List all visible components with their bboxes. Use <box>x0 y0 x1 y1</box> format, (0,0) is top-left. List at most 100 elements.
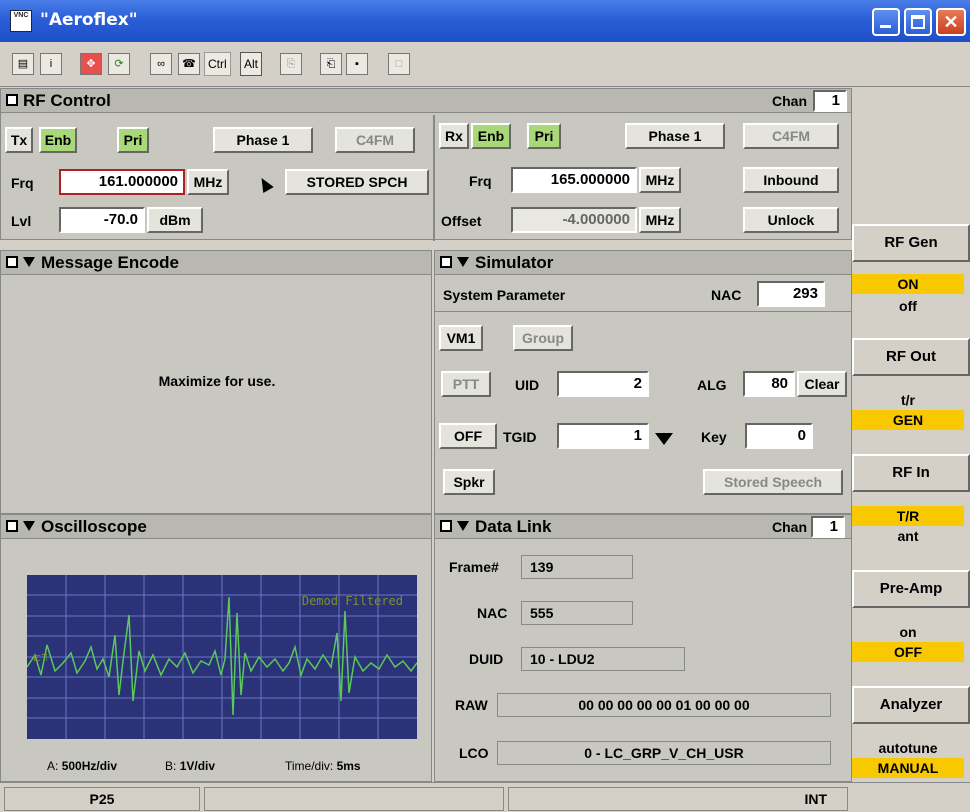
analyzer-autotune-option[interactable]: autotune <box>852 738 964 758</box>
alt-key-button[interactable]: Alt <box>240 52 263 76</box>
refresh-icon[interactable]: ⟳ <box>108 53 130 75</box>
tx-frq-unit-button[interactable]: MHz <box>187 169 229 195</box>
rf-gen-on-option[interactable]: ON <box>852 274 964 294</box>
panel-toggle-icon[interactable] <box>440 520 452 532</box>
unlock-button[interactable]: Unlock <box>743 207 839 233</box>
info-icon[interactable]: i <box>40 53 62 75</box>
key-field[interactable]: 0 <box>745 423 813 449</box>
tx-button[interactable]: Tx <box>5 127 33 153</box>
rx-priority-button[interactable]: Pri <box>527 123 561 149</box>
properties-icon[interactable]: ▤ <box>12 53 34 75</box>
rx-frequency-field[interactable]: 165.000000 <box>511 167 637 193</box>
dropdown-arrow-icon[interactable] <box>23 521 35 531</box>
alg-field[interactable]: 80 <box>743 371 795 397</box>
stored-speech-sim-button[interactable]: Stored Speech <box>703 469 843 495</box>
clear-button[interactable]: Clear <box>797 371 847 397</box>
save-icon[interactable]: ▪ <box>346 53 368 75</box>
analyzer-manual-option[interactable]: MANUAL <box>852 758 964 778</box>
lco-label: LCO <box>459 745 489 761</box>
rx-frq-unit-button[interactable]: MHz <box>639 167 681 193</box>
rf-in-button[interactable]: RF In <box>852 454 970 492</box>
chat-icon[interactable]: ☎ <box>178 53 200 75</box>
stop-icon[interactable]: □ <box>388 53 410 75</box>
panel-toggle-icon[interactable] <box>6 520 18 532</box>
minimize-button[interactable] <box>872 8 900 36</box>
offset-label: Offset <box>441 213 482 229</box>
rx-phase-button[interactable]: Phase 1 <box>625 123 725 149</box>
rx-button[interactable]: Rx <box>439 123 469 149</box>
window-title: "Aeroflex" <box>40 10 138 30</box>
panel-toggle-icon[interactable] <box>6 94 18 106</box>
rf-out-tr-option[interactable]: t/r <box>852 390 964 410</box>
rf-out-button[interactable]: RF Out <box>852 338 970 376</box>
ctrl-key-button[interactable]: Ctrl <box>204 52 231 76</box>
dropdown-arrow-icon[interactable] <box>457 521 469 531</box>
rx-enable-button[interactable]: Enb <box>471 123 511 149</box>
dropdown-arrow-icon[interactable] <box>23 257 35 267</box>
sidebar <box>852 88 970 782</box>
tgid-dropdown-icon[interactable] <box>655 433 673 445</box>
divider <box>433 115 435 241</box>
rf-gen-button[interactable]: RF Gen <box>852 224 970 262</box>
vm1-button[interactable]: VM1 <box>439 325 483 351</box>
mouse-cursor-icon <box>256 174 274 194</box>
lco-value: 0 - LC_GRP_V_CH_USR <box>497 741 831 765</box>
title-bar: VNC "Aeroflex" ✕ <box>0 0 970 42</box>
tx-level-field[interactable]: -70.0 <box>59 207 145 233</box>
tx-modulation-button[interactable]: C4FM <box>335 127 415 153</box>
panel-toggle-icon[interactable] <box>6 256 18 268</box>
pre-amp-button[interactable]: Pre-Amp <box>852 570 970 608</box>
nac-label: NAC <box>477 605 508 621</box>
fullscreen-icon[interactable]: ✥ <box>80 53 102 75</box>
oscilloscope-display[interactable]: Demod Filtered ⊏ℸ <box>27 575 417 739</box>
dropdown-arrow-icon[interactable] <box>457 257 469 267</box>
rf-gen-off-option[interactable]: off <box>852 296 964 316</box>
rf-in-ant-option[interactable]: ant <box>852 526 964 546</box>
tx-frequency-field[interactable]: 161.000000 <box>59 169 185 195</box>
data-link-header: Data Link Chan 1 <box>435 515 851 539</box>
pre-amp-on-option[interactable]: on <box>852 622 964 642</box>
offset-field[interactable]: -4.000000 <box>511 207 637 233</box>
panel-title: RF Control <box>23 91 111 110</box>
tx-level-unit-button[interactable]: dBm <box>147 207 203 233</box>
offset-unit-button[interactable]: MHz <box>639 207 681 233</box>
rx-modulation-button[interactable]: C4FM <box>743 123 839 149</box>
analyzer-button[interactable]: Analyzer <box>852 686 970 724</box>
copy-icon[interactable]: ⎘ <box>280 53 302 75</box>
tx-enable-button[interactable]: Enb <box>39 127 77 153</box>
ptt-button[interactable]: PTT <box>441 371 491 397</box>
panel-title: Simulator <box>475 253 554 272</box>
toolbar: ▤ i ✥ ⟳ ∞ ☎ Ctrl Alt ⎘ ⎗ ▪ □ <box>0 42 970 87</box>
maximize-button[interactable] <box>904 8 932 36</box>
uid-field[interactable]: 2 <box>557 371 649 397</box>
chan-field[interactable]: 1 <box>813 90 847 112</box>
rf-out-gen-option[interactable]: GEN <box>852 410 964 430</box>
data-link-panel: Data Link Chan 1 Frame# 139 NAC 555 DUID… <box>434 514 852 782</box>
stored-speech-button[interactable]: STORED SPCH <box>285 169 429 195</box>
panel-title: Data Link <box>475 517 552 536</box>
group-button[interactable]: Group <box>513 325 573 351</box>
uid-label: UID <box>515 377 540 393</box>
link-icon[interactable]: ∞ <box>150 53 172 75</box>
chan-field[interactable]: 1 <box>811 516 845 538</box>
tx-phase-button[interactable]: Phase 1 <box>213 127 313 153</box>
nac-label: NAC <box>711 287 742 303</box>
paste-icon[interactable]: ⎗ <box>320 53 342 75</box>
inbound-button[interactable]: Inbound <box>743 167 839 193</box>
tx-priority-button[interactable]: Pri <box>117 127 149 153</box>
panel-toggle-icon[interactable] <box>440 256 452 268</box>
scope-a-setting: A: 500Hz/div <box>47 759 118 773</box>
rf-in-tr-option[interactable]: T/R <box>852 506 964 526</box>
scope-time-setting: Time/div: 5ms <box>285 759 361 773</box>
tgid-field[interactable]: 1 <box>557 423 649 449</box>
trigger-marker-icon: ⊏ℸ <box>33 653 48 664</box>
off-button[interactable]: OFF <box>439 423 497 449</box>
close-button[interactable]: ✕ <box>936 8 966 36</box>
speaker-button[interactable]: Spkr <box>443 469 495 495</box>
nac-field[interactable]: 293 <box>757 281 825 307</box>
simulator-panel: Simulator System Parameter NAC 293 VM1 G… <box>434 250 853 514</box>
tx-lvl-label: Lvl <box>11 213 32 229</box>
tx-frq-label: Frq <box>11 175 34 191</box>
chan-label: Chan <box>772 93 807 109</box>
pre-amp-off-option[interactable]: OFF <box>852 642 964 662</box>
